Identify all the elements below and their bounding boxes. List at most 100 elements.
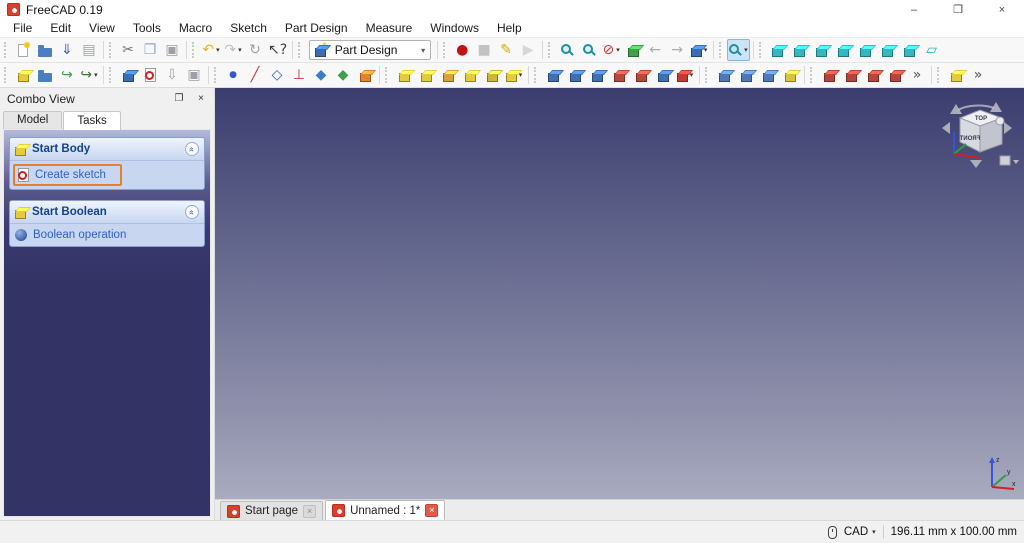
menu-measure[interactable]: Measure (357, 20, 422, 36)
subtractive-loft-button[interactable] (608, 64, 630, 86)
workbench-selector-dropdown[interactable]: ✎Part Design▾ (309, 40, 431, 60)
paste-button[interactable]: ▣ (161, 39, 183, 61)
whats-this-button[interactable]: ↖? (266, 39, 289, 61)
document-tab-unnamed-1[interactable]: Unnamed : 1*× (325, 500, 445, 520)
revolution-button[interactable] (415, 64, 437, 86)
groove-button[interactable] (586, 64, 608, 86)
link-navigation-button[interactable]: ▾ (688, 39, 710, 61)
boolean-operation-task-item[interactable]: Boolean operation (10, 224, 204, 246)
navigation-cube[interactable]: TOP FRONT (936, 94, 1020, 174)
create-part-button[interactable] (12, 64, 34, 86)
3d-viewport[interactable]: TOP FRONT z (215, 88, 1024, 499)
navigation-style-dropdown[interactable]: CAD ▾ (844, 526, 876, 538)
dock-close-icon[interactable]: × (192, 91, 210, 107)
box-element-selection-button[interactable] (622, 39, 644, 61)
navigate-back-button[interactable]: ← (644, 39, 666, 61)
tab-model[interactable]: Model (3, 111, 62, 129)
datum-point-button[interactable]: ● (222, 64, 244, 86)
link-actions-button[interactable]: ↪▾ (78, 64, 100, 86)
create-datum-button[interactable]: ▣ (183, 64, 205, 86)
collapse-section-icon[interactable]: « (185, 205, 199, 219)
subtractive-primitives-button[interactable]: ▾ (674, 64, 696, 86)
polar-pattern-button[interactable] (757, 64, 779, 86)
subtractive-pipe-button[interactable] (630, 64, 652, 86)
hole-button[interactable] (564, 64, 586, 86)
close-tab-icon[interactable]: × (425, 504, 438, 517)
task-section-header-start-boolean[interactable]: Start Boolean« (10, 201, 204, 224)
restore-button[interactable]: ❐ (936, 0, 980, 19)
create-group-button[interactable] (34, 64, 56, 86)
new-document-button[interactable] (12, 39, 34, 61)
draw-style-button[interactable]: ⊘▾ (600, 39, 622, 61)
menu-edit[interactable]: Edit (41, 20, 80, 36)
menu-part-design[interactable]: Part Design (276, 20, 357, 36)
menu-view[interactable]: View (80, 20, 124, 36)
dock-float-icon[interactable]: ❐ (170, 91, 188, 107)
local-coordinate-system-button[interactable]: ⊥ (288, 64, 310, 86)
menu-tools[interactable]: Tools (124, 20, 170, 36)
mirrored-button[interactable] (713, 64, 735, 86)
pocket-button[interactable] (542, 64, 564, 86)
save-document-button[interactable]: ⇓ (56, 39, 78, 61)
menu-file[interactable]: File (4, 20, 41, 36)
view-front-button[interactable] (789, 39, 811, 61)
additive-primitives-button[interactable]: ▾ (503, 64, 525, 86)
measure-overflow-button[interactable]: » (967, 64, 989, 86)
map-sketch-to-face-button[interactable]: ⇩ (161, 64, 183, 86)
undo-button[interactable]: ↶▾ (200, 39, 222, 61)
thickness-button[interactable] (884, 64, 906, 86)
chamfer-button[interactable] (840, 64, 862, 86)
clone-button[interactable] (354, 64, 376, 86)
create-body-button[interactable] (117, 64, 139, 86)
collapse-section-icon[interactable]: « (185, 142, 199, 156)
linear-pattern-button[interactable] (735, 64, 757, 86)
fit-selection-button[interactable] (578, 39, 600, 61)
fillet-button[interactable] (818, 64, 840, 86)
macro-edit-button[interactable]: ✎ (495, 39, 517, 61)
sub-object-shape-binder-button[interactable]: ◆ (332, 64, 354, 86)
fit-all-button[interactable] (556, 39, 578, 61)
view-rear-button[interactable] (855, 39, 877, 61)
print-button[interactable]: ▤ (78, 39, 100, 61)
additive-helix-button[interactable] (481, 64, 503, 86)
refresh-button[interactable]: ↻ (244, 39, 266, 61)
view-bottom-button[interactable] (877, 39, 899, 61)
menu-windows[interactable]: Windows (421, 20, 488, 36)
datum-plane-button[interactable]: ◇ (266, 64, 288, 86)
tab-tasks[interactable]: Tasks (63, 111, 120, 130)
open-document-button[interactable] (34, 39, 56, 61)
datum-line-button[interactable]: ╱ (244, 64, 266, 86)
shape-binder-button[interactable]: ◆ (310, 64, 332, 86)
draft-button[interactable] (862, 64, 884, 86)
cut-button[interactable]: ✂ (117, 39, 139, 61)
copy-button[interactable]: ❐ (139, 39, 161, 61)
multi-transform-button[interactable] (779, 64, 801, 86)
macro-record-button[interactable]: ● (451, 39, 473, 61)
menu-help[interactable]: Help (488, 20, 531, 36)
axonometric-view-button[interactable] (767, 39, 789, 61)
measure-tape-button[interactable] (945, 64, 967, 86)
view-right-button[interactable] (833, 39, 855, 61)
minimize-button[interactable]: – (892, 0, 936, 19)
redo-button[interactable]: ↷▾ (222, 39, 244, 61)
close-button[interactable]: × (980, 0, 1024, 19)
document-tab-start-page[interactable]: Start page× (220, 501, 323, 520)
navigate-forward-button[interactable]: → (666, 39, 688, 61)
macro-stop-button[interactable]: ■ (473, 39, 495, 61)
view-top-button[interactable] (811, 39, 833, 61)
macro-play-button[interactable]: ▶ (517, 39, 539, 61)
create-sketch-task-item[interactable]: Create sketch (10, 161, 204, 189)
create-sketch-button[interactable] (139, 64, 161, 86)
modeling-overflow-button[interactable]: » (906, 64, 928, 86)
task-section-header-start-body[interactable]: Start Body« (10, 138, 204, 161)
menu-macro[interactable]: Macro (170, 20, 221, 36)
additive-loft-button[interactable] (437, 64, 459, 86)
close-tab-icon[interactable]: × (303, 505, 316, 518)
subtractive-helix-button[interactable] (652, 64, 674, 86)
view-left-button[interactable] (899, 39, 921, 61)
make-link-button[interactable]: ↪ (56, 64, 78, 86)
additive-pipe-button[interactable] (459, 64, 481, 86)
zoom-tools-button[interactable]: ▾ (727, 39, 750, 61)
pad-button[interactable] (393, 64, 415, 86)
measure-distance-button[interactable]: ▱ (921, 39, 943, 61)
